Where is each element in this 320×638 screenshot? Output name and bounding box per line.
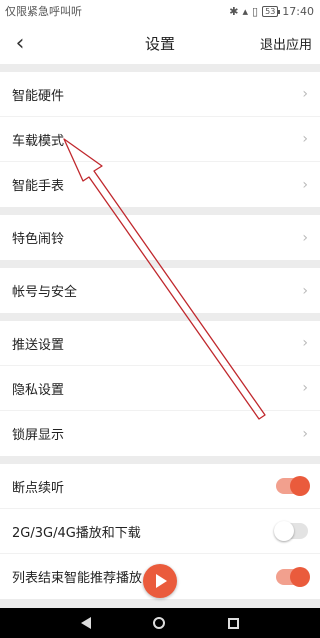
signal-icon: ▴ — [242, 4, 249, 18]
section-divider — [0, 207, 320, 215]
chevron-right-icon: › — [302, 229, 308, 246]
nav-recents-icon[interactable] — [227, 617, 239, 629]
settings-row-label: 智能硬件 — [12, 88, 65, 104]
settings-row-label: 推送设置 — [12, 337, 65, 353]
clock: 17:40 — [282, 4, 314, 18]
exit-app-button[interactable]: 退出应用 — [260, 34, 312, 53]
settings-row-label: 智能手表 — [12, 179, 65, 194]
battery-icon: 53 — [262, 5, 281, 17]
settings-row-label: 隐私设置 — [12, 382, 65, 398]
settings-row-label: 车载模式 — [12, 133, 65, 149]
toggle-knob — [290, 476, 310, 496]
settings-row[interactable]: 智能硬件 › — [0, 72, 320, 117]
chevron-right-icon: › — [302, 335, 308, 351]
settings-list: 智能硬件 › 车载模式 › 智能手表 › 特色闹铃 › 帐号与安全 › 推送设置 › 隐私设置 › 锁屏显示… — [0, 64, 320, 599]
chevron-right-icon: › — [302, 86, 308, 102]
settings-row-label: 列表结束智能推荐播放 — [12, 571, 143, 586]
settings-row-label: 特色闹铃 — [12, 232, 65, 247]
play-button[interactable] — [143, 564, 177, 598]
toggle-switch[interactable] — [276, 476, 310, 496]
settings-row[interactable]: 隐私设置 › — [0, 366, 320, 411]
settings-row[interactable]: 锁屏显示 › — [0, 411, 320, 456]
nav-back-icon[interactable] — [81, 617, 92, 629]
section-divider — [0, 260, 320, 268]
settings-row[interactable]: 智能手表 › — [0, 162, 320, 207]
settings-row[interactable]: 帐号与安全 › — [0, 268, 320, 313]
toggle-knob — [274, 521, 294, 541]
chevron-right-icon: › — [302, 425, 308, 442]
settings-row-label: 帐号与安全 — [12, 285, 78, 300]
section-divider — [0, 456, 320, 464]
app-header: ‹ 设置 退出应用 — [0, 22, 320, 64]
settings-row-label: 锁屏显示 — [12, 428, 65, 443]
chevron-right-icon: › — [302, 380, 308, 396]
chevron-right-icon: › — [302, 131, 308, 147]
chevron-right-icon: › — [302, 282, 308, 299]
settings-row-label: 2G/3G/4G播放和下载 — [12, 525, 141, 541]
bluetooth-icon: ✱ — [229, 4, 239, 18]
settings-row[interactable]: 特色闹铃 › — [0, 215, 320, 260]
system-nav-bar — [0, 608, 320, 638]
status-bar: 仅限紧急呼叫听 ✱ ▴ ▯ 53 17:40 — [0, 0, 320, 22]
section-divider — [0, 313, 320, 321]
vibrate-icon: ▯ — [252, 4, 259, 18]
toggle-switch[interactable] — [276, 566, 310, 587]
back-icon[interactable]: ‹ — [0, 22, 40, 64]
settings-row[interactable]: 断点续听 — [0, 464, 320, 509]
settings-row[interactable]: 2G/3G/4G播放和下载 — [0, 509, 320, 554]
nav-home-icon[interactable] — [153, 617, 166, 629]
settings-row[interactable]: 车载模式 › — [0, 117, 320, 162]
section-divider — [0, 64, 320, 72]
toggle-knob — [290, 566, 310, 587]
toggle-switch[interactable] — [274, 521, 308, 541]
carrier-text: 仅限紧急呼叫听 — [5, 5, 82, 18]
chevron-right-icon: › — [302, 176, 308, 193]
settings-row[interactable]: 推送设置 › — [0, 321, 320, 366]
settings-row-label: 断点续听 — [12, 480, 65, 496]
